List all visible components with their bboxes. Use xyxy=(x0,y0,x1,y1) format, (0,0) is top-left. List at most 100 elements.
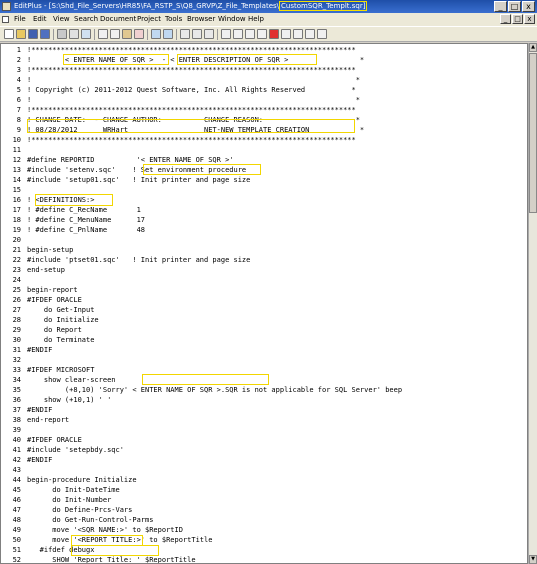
code-line[interactable]: 42 #ENDIF xyxy=(1,455,527,465)
menu-view[interactable]: View xyxy=(53,13,70,26)
hex-icon[interactable] xyxy=(233,29,243,39)
minimize-button[interactable]: _ xyxy=(494,1,507,12)
code-line[interactable]: 18 ! #define C_MenuName 17 xyxy=(1,215,527,225)
code-line[interactable]: 52 SHOW 'Report Title: ' $ReportTitle xyxy=(1,555,527,563)
menu-edit[interactable]: Edit xyxy=(33,13,47,26)
close-button[interactable]: x xyxy=(522,1,535,12)
code-line[interactable]: 17 ! #define C_RecName 1 xyxy=(1,205,527,215)
code-line[interactable]: 47 do Define-Prcs-Vars xyxy=(1,505,527,515)
save-all-icon[interactable] xyxy=(40,29,50,39)
doc-minimize-button[interactable]: _ xyxy=(500,14,511,24)
code-line[interactable]: 9 ! 08/28/2012 WRHart NET-NEW TEMPLATE CR… xyxy=(1,125,527,135)
code-line[interactable]: 48 do Get-Run-Control-Parms xyxy=(1,515,527,525)
code-line[interactable]: 39 xyxy=(1,425,527,435)
code-line[interactable]: 15 xyxy=(1,185,527,195)
undo-icon[interactable] xyxy=(151,29,161,39)
code-line[interactable]: 49 move '<SQR NAME:>' to $ReportID xyxy=(1,525,527,535)
spell-check-icon[interactable] xyxy=(81,29,91,39)
code-line[interactable]: 46 do Init-Number xyxy=(1,495,527,505)
scroll-thumb[interactable] xyxy=(529,53,537,213)
maximize-button[interactable]: □ xyxy=(508,1,521,12)
code-line[interactable]: 24 xyxy=(1,275,527,285)
cut-icon[interactable] xyxy=(98,29,108,39)
code-line[interactable]: 4 ! * xyxy=(1,75,527,85)
settings-icon[interactable] xyxy=(305,29,315,39)
code-line[interactable]: 11 xyxy=(1,145,527,155)
goto-line-icon[interactable] xyxy=(204,29,214,39)
code-line[interactable]: 20 xyxy=(1,235,527,245)
code-line[interactable]: 50 move '<REPORT TITLE:>' to $ReportTitl… xyxy=(1,535,527,545)
scroll-up-arrow-icon[interactable]: ▲ xyxy=(529,43,537,52)
code-line[interactable]: 25 begin-report xyxy=(1,285,527,295)
code-line[interactable]: 35 (+8,10) 'Sorry' < ENTER NAME OF SQR >… xyxy=(1,385,527,395)
menu-help[interactable]: Help xyxy=(248,13,264,26)
code-line[interactable]: 36 show (+10,1) ' ' xyxy=(1,395,527,405)
menu-project[interactable]: Project xyxy=(137,13,161,26)
code-line[interactable]: 44 begin-procedure Initialize xyxy=(1,475,527,485)
code-line[interactable]: 5 ! Copyright (c) 2011-2012 Quest Softwar… xyxy=(1,85,527,95)
print-preview-icon[interactable] xyxy=(69,29,79,39)
ruler-icon[interactable] xyxy=(257,29,267,39)
code-line[interactable]: 10 !*************************************… xyxy=(1,135,527,145)
code-line[interactable]: 43 xyxy=(1,465,527,475)
doc-close-button[interactable]: x xyxy=(524,14,535,24)
menu-file[interactable]: File xyxy=(14,13,26,26)
code-line[interactable]: 6 ! * xyxy=(1,95,527,105)
replace-icon[interactable] xyxy=(192,29,202,39)
code-line[interactable]: 41 #include 'setepbdy.sqc' xyxy=(1,445,527,455)
code-line[interactable]: 31 #ENDIF xyxy=(1,345,527,355)
find-icon[interactable] xyxy=(180,29,190,39)
code-line[interactable]: 29 do Report xyxy=(1,325,527,335)
word-wrap-icon[interactable] xyxy=(221,29,231,39)
copy-icon[interactable] xyxy=(110,29,120,39)
code-line[interactable]: 34 show clear-screen xyxy=(1,375,527,385)
print-icon[interactable] xyxy=(57,29,67,39)
code-line[interactable]: 21 begin-setup xyxy=(1,245,527,255)
code-line[interactable]: 28 do Initialize xyxy=(1,315,527,325)
delete-icon[interactable] xyxy=(134,29,144,39)
document-icon[interactable] xyxy=(2,16,9,23)
code-line[interactable]: 7 !**************************************… xyxy=(1,105,527,115)
code-line[interactable]: 40 #IFDEF ORACLE xyxy=(1,435,527,445)
code-line[interactable]: 51 #ifdef debugx xyxy=(1,545,527,555)
code-line[interactable]: 26 #IFDEF ORACLE xyxy=(1,295,527,305)
code-line[interactable]: 32 xyxy=(1,355,527,365)
code-line[interactable]: 16 ! <DEFINITIONS:> xyxy=(1,195,527,205)
code-editor[interactable]: 1 !**************************************… xyxy=(0,43,528,564)
code-line[interactable]: 30 do Terminate xyxy=(1,335,527,345)
code-line[interactable]: 8 ! CHANGE DATE: - CHANGE AUTHOR: CHANGE … xyxy=(1,115,527,125)
vertical-scrollbar[interactable]: ▲ ▼ xyxy=(528,43,537,564)
code-line[interactable]: 27 do Get-Input xyxy=(1,305,527,315)
font-icon[interactable] xyxy=(293,29,303,39)
code-line[interactable]: 45 do Init-DateTime xyxy=(1,485,527,495)
code-line[interactable]: 3 !**************************************… xyxy=(1,65,527,75)
linenum-icon[interactable] xyxy=(245,29,255,39)
menu-tools[interactable]: Tools xyxy=(165,13,182,26)
menu-browser[interactable]: Browser xyxy=(187,13,215,26)
code-line[interactable]: 13 #include 'setenv.sqc' ! Set environmen… xyxy=(1,165,527,175)
scroll-down-arrow-icon[interactable]: ▼ xyxy=(529,555,537,564)
help-icon[interactable] xyxy=(317,29,327,39)
line-number: 34 xyxy=(12,376,21,384)
code-line[interactable]: 12 #define REPORTID '< ENTER NAME OF SQR … xyxy=(1,155,527,165)
menu-search[interactable]: Search xyxy=(74,13,98,26)
code-line[interactable]: 1 !**************************************… xyxy=(1,45,527,55)
code-line[interactable]: 19 ! #define C_PnlName 48 xyxy=(1,225,527,235)
code-line[interactable]: 33 #IFDEF MICROSOFT xyxy=(1,365,527,375)
code-line[interactable]: 23 end-setup xyxy=(1,265,527,275)
paste-icon[interactable] xyxy=(122,29,132,39)
open-file-icon[interactable] xyxy=(16,29,26,39)
code-line[interactable]: 14 #include 'setup01.sqc' ! Init printer … xyxy=(1,175,527,185)
view-in-browser-icon[interactable] xyxy=(269,29,279,39)
code-line[interactable]: 2 ! < ENTER NAME OF SQR > - < ENTER DESCR… xyxy=(1,55,527,65)
code-line[interactable]: 22 #include 'ptset01.sqc' ! Init printer … xyxy=(1,255,527,265)
menu-document[interactable]: Document xyxy=(100,13,136,26)
save-icon[interactable] xyxy=(28,29,38,39)
menu-window[interactable]: Window xyxy=(218,13,246,26)
code-line[interactable]: 37 #ENDIF xyxy=(1,405,527,415)
code-line[interactable]: 38 end-report xyxy=(1,415,527,425)
tools-icon[interactable] xyxy=(281,29,291,39)
doc-restore-button[interactable]: □ xyxy=(512,14,523,24)
redo-icon[interactable] xyxy=(163,29,173,39)
new-file-icon[interactable] xyxy=(4,29,14,39)
